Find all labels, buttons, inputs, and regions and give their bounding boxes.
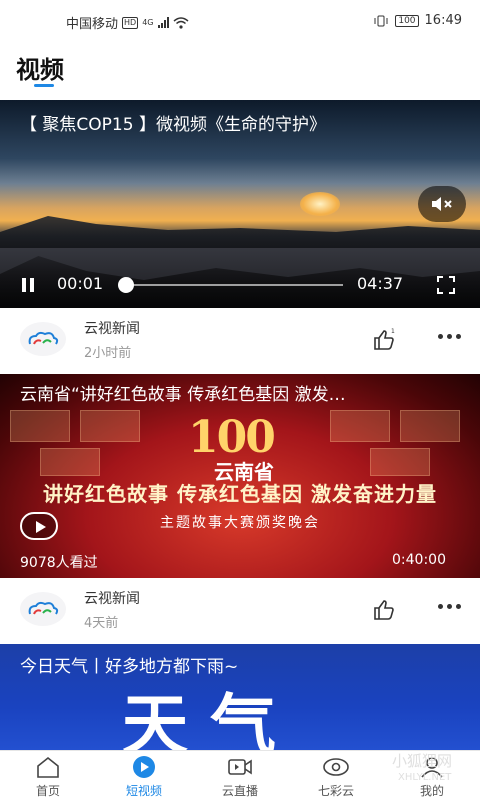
source-name[interactable]: 云视新闻: [84, 588, 140, 608]
video-duration: 0:40:00: [392, 552, 446, 568]
overlay-text: 天气: [122, 687, 298, 750]
battery-icon: 100: [395, 14, 419, 27]
title-underline: [34, 84, 54, 87]
page-title: 视频: [16, 56, 64, 84]
video-card[interactable]: 今日天气丨好多地方都下雨~ 天气: [0, 644, 480, 750]
video-duration: 04:37: [357, 274, 404, 293]
video-sun: [300, 192, 340, 216]
pause-button[interactable]: [22, 278, 36, 292]
watermark-sub: XHLYL.NET: [398, 772, 452, 783]
video-scene: [0, 216, 480, 248]
video-title: 云南省“讲好红色故事 传承红色基因 激发…: [20, 385, 346, 405]
more-options-button[interactable]: [438, 604, 462, 616]
source-logo[interactable]: [20, 592, 66, 626]
source-name[interactable]: 云视新闻: [84, 318, 140, 338]
clock: 16:49: [424, 13, 462, 28]
overlay-slogan: 讲好红色故事 传承红色基因 激发奋进力量: [43, 482, 437, 506]
tab-label: 七彩云: [317, 784, 354, 798]
cloud-logo-icon: [28, 331, 59, 345]
video-card[interactable]: 云南省“讲好红色故事 传承红色基因 激发… 100 云南省 讲好红色故事 传承红…: [0, 374, 480, 578]
signal-icon: [157, 17, 169, 28]
tab-label: 首页: [35, 784, 60, 798]
page-header: 视频: [0, 44, 480, 100]
video-controls: 00:01 04:37: [0, 270, 480, 300]
tab-live[interactable]: 云直播: [192, 751, 288, 801]
hd-badge: HD: [122, 16, 139, 29]
fullscreen-icon[interactable]: [437, 276, 455, 294]
source-logo[interactable]: [20, 322, 66, 356]
progress-handle[interactable]: [118, 277, 134, 293]
thumbs-up-icon[interactable]: [372, 598, 396, 622]
progress-bar[interactable]: [125, 284, 343, 286]
play-button[interactable]: [20, 512, 58, 540]
tab-label: 短视频: [125, 784, 162, 798]
carrier-name: 中国移动: [66, 17, 119, 32]
eye-icon: [323, 758, 349, 776]
source-row: 云视新闻 4天前: [0, 578, 480, 644]
post-time: 2小时前: [84, 346, 132, 361]
source-row: 云视新闻 2小时前 1: [0, 308, 480, 374]
mute-button[interactable]: [418, 186, 466, 222]
play-icon: [133, 756, 155, 778]
tab-home[interactable]: 首页: [0, 751, 96, 801]
tab-label: 我的: [419, 784, 444, 798]
view-count: 9078人看过: [20, 555, 98, 571]
thumbs-up-icon[interactable]: 1: [372, 328, 396, 352]
volume-off-icon: [432, 197, 452, 211]
wifi-icon: [173, 16, 188, 29]
home-icon: [37, 756, 59, 778]
overlay-subtitle: 主题故事大赛颁奖晚会: [160, 515, 320, 531]
status-bar: 中国移动 HD 4G 100 16:49: [0, 0, 480, 44]
tab-colorful-cloud[interactable]: 七彩云: [288, 751, 384, 801]
cloud-logo-icon: [28, 601, 59, 615]
video-player[interactable]: 【 聚焦COP15 】微视频《生命的守护》 00:01 04:37: [0, 100, 480, 308]
tab-short-video[interactable]: 短视频: [96, 751, 192, 801]
svg-text:1: 1: [391, 328, 395, 335]
watermark: 小狐狸网: [392, 752, 453, 770]
current-time: 00:01: [57, 274, 104, 293]
more-options-button[interactable]: [438, 334, 462, 346]
network-type: 4G: [142, 18, 154, 27]
video-title: 【 聚焦COP15 】微视频《生命的守护》: [20, 115, 326, 135]
post-time: 4天前: [84, 616, 119, 631]
camera-icon: [228, 759, 252, 775]
vibrate-icon: [374, 15, 388, 26]
tab-label: 云直播: [221, 784, 258, 798]
